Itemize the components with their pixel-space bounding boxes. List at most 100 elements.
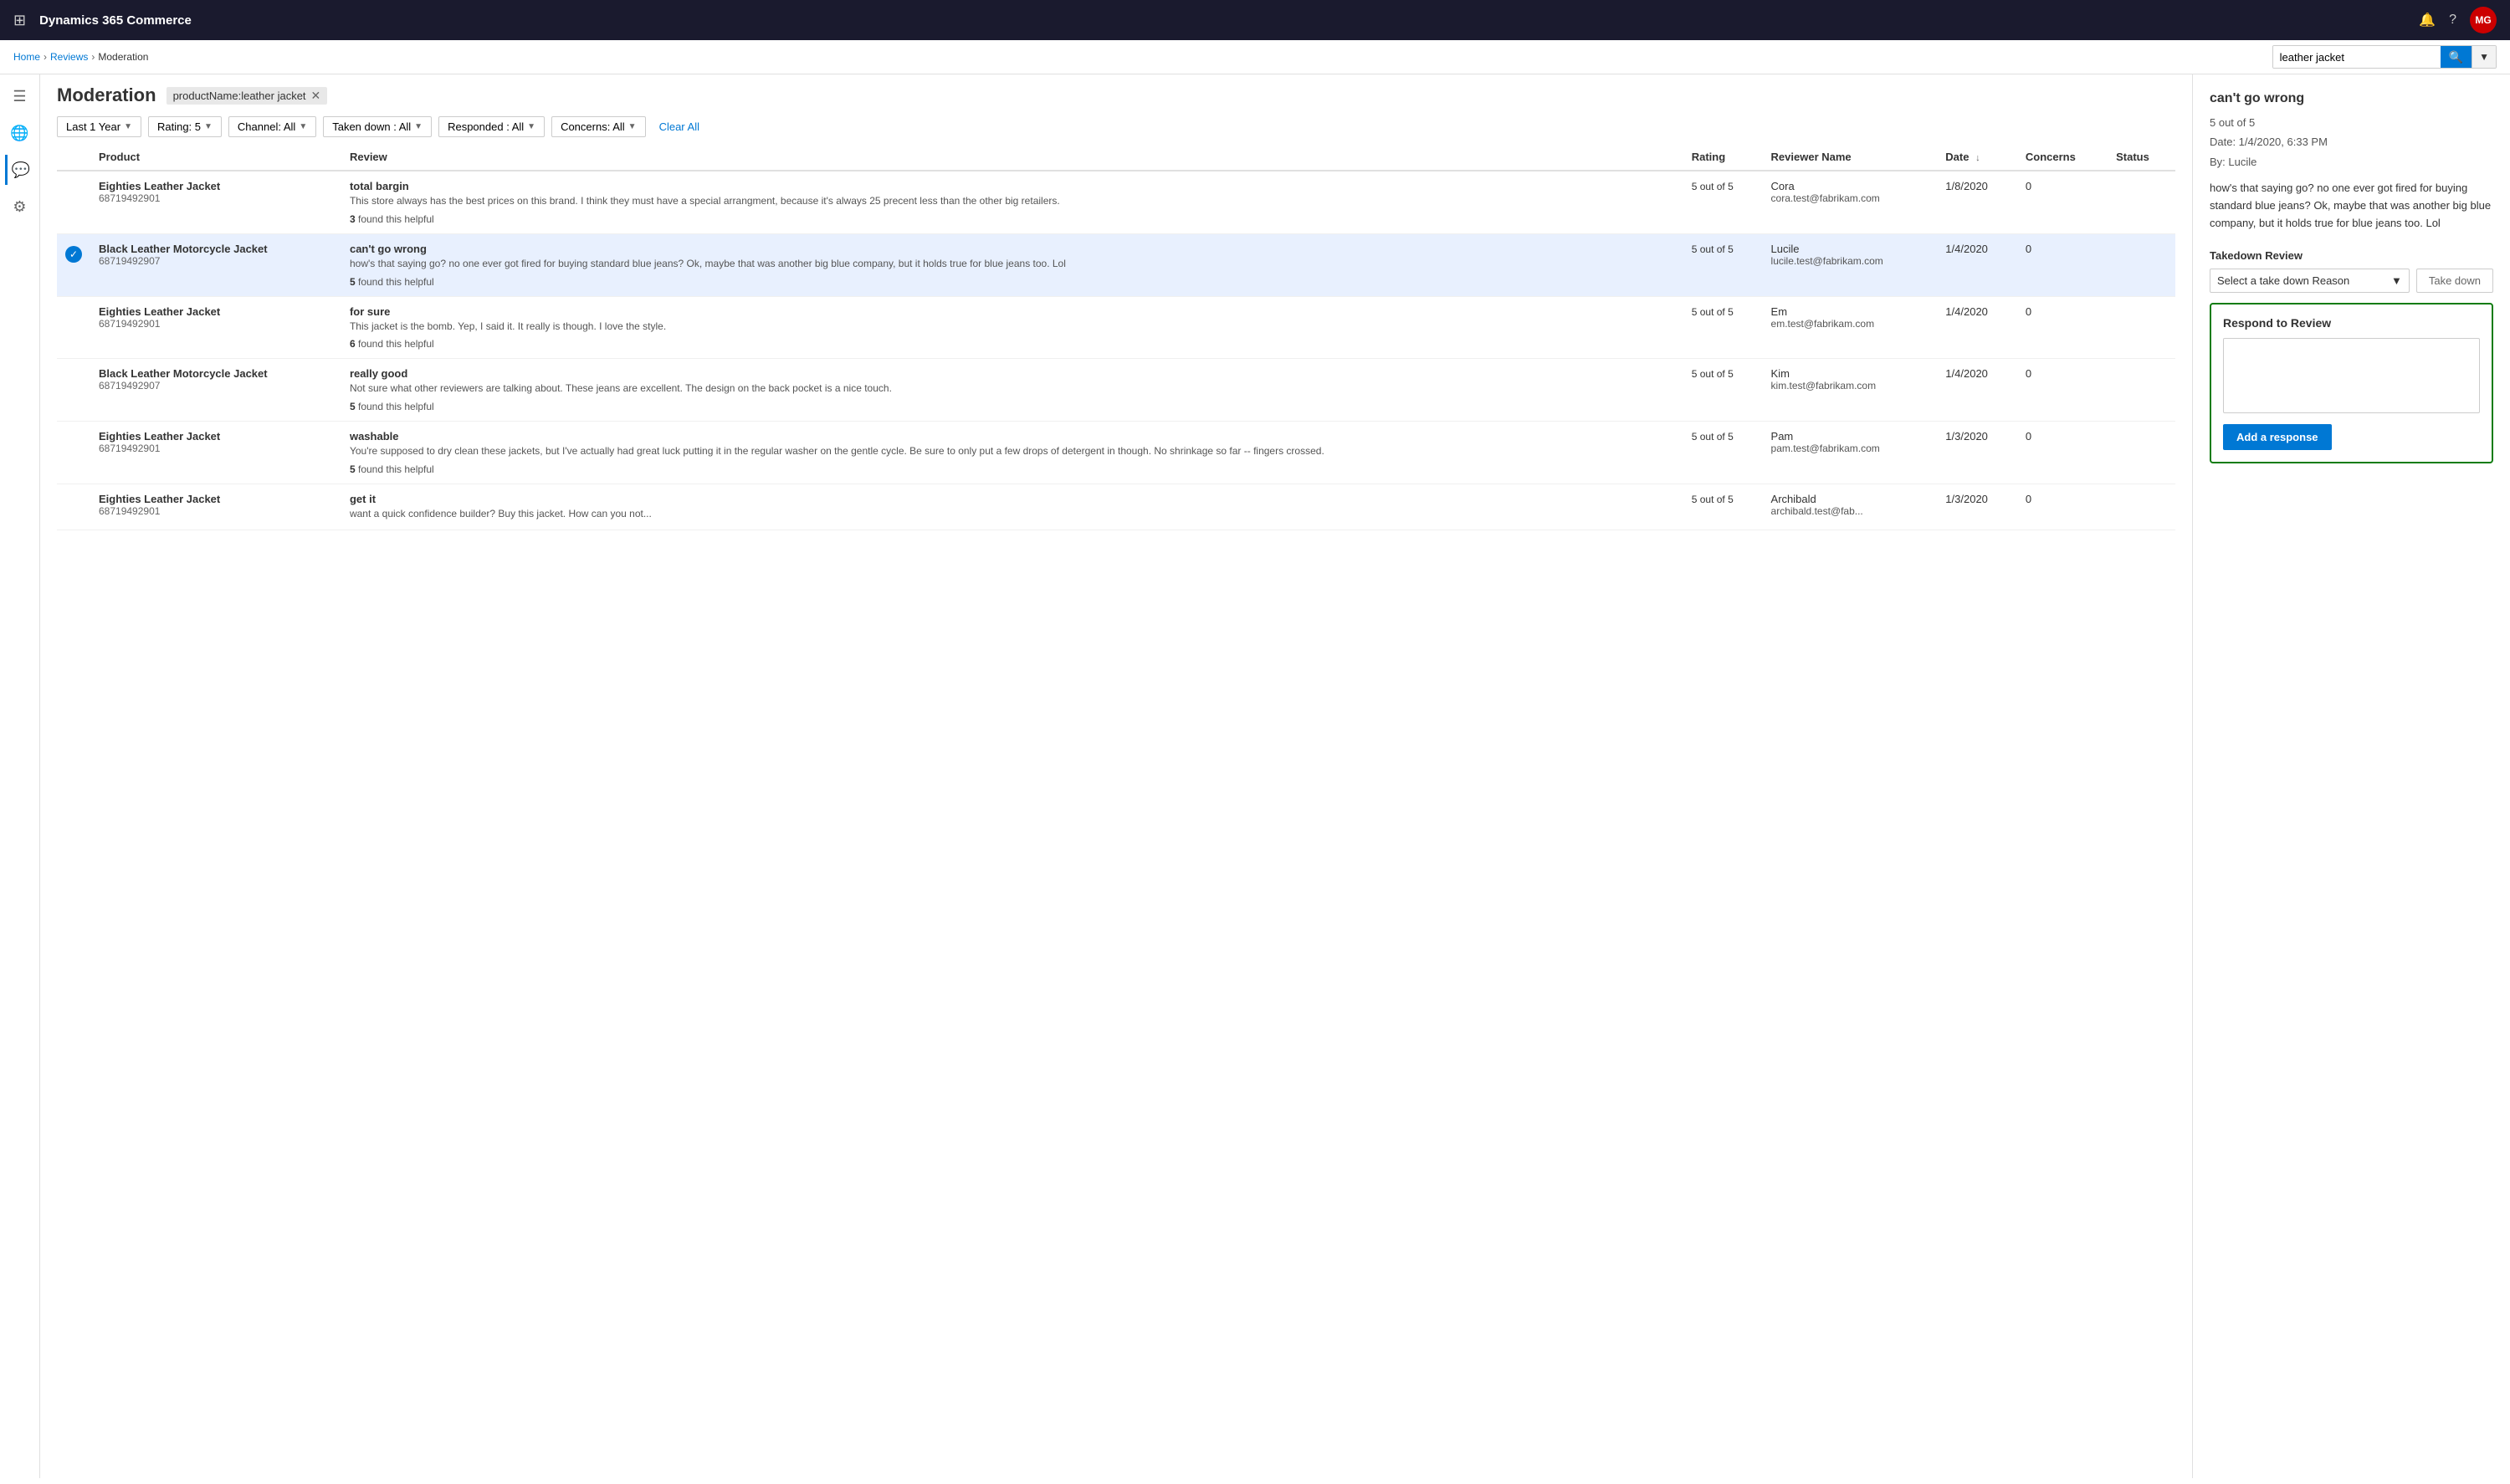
row-review-title: really good <box>350 367 1675 380</box>
top-nav: ⊞ Dynamics 365 Commerce 🔔 ? MG <box>0 0 2510 40</box>
row-reviewer-name: Archibald <box>1771 493 1929 505</box>
filter-bar: Last 1 Year ▼ Rating: 5 ▼ Channel: All ▼… <box>40 113 2192 144</box>
row-reviewer-cell: Archibald archibald.test@fab... <box>1763 484 1938 530</box>
takedown-button[interactable]: Take down <box>2416 269 2493 293</box>
row-reviewer-cell: Pam pam.test@fabrikam.com <box>1763 422 1938 484</box>
table-row[interactable]: Eighties Leather Jacket 68719492901 for … <box>57 296 2175 359</box>
right-panel-meta: 5 out of 5 Date: 1/4/2020, 6:33 PM By: L… <box>2210 113 2493 171</box>
right-panel-by: By: Lucile <box>2210 156 2256 168</box>
table-row[interactable]: Eighties Leather Jacket 68719492901 tota… <box>57 171 2175 233</box>
takedown-row: Select a take down Reason ▼ Take down <box>2210 269 2493 293</box>
sidebar-globe-icon[interactable]: 🌐 <box>5 118 35 148</box>
avatar[interactable]: MG <box>2470 7 2497 33</box>
filter-rating-chevron: ▼ <box>204 122 213 131</box>
filter-channel-chevron: ▼ <box>299 122 307 131</box>
row-helpful: 5 found this helpful <box>350 401 1675 412</box>
row-review-cell: really good Not sure what other reviewer… <box>341 359 1683 422</box>
row-rating-cell: 5 out of 5 <box>1683 171 1763 233</box>
row-product-id: 68719492901 <box>99 443 333 454</box>
row-date-cell: 1/4/2020 <box>1937 233 2017 296</box>
filter-rating-label: Rating: 5 <box>157 120 201 133</box>
row-product-cell: Black Leather Motorcycle Jacket 68719492… <box>90 233 341 296</box>
table-row[interactable]: Black Leather Motorcycle Jacket 68719492… <box>57 359 2175 422</box>
row-reviewer-name: Pam <box>1771 430 1929 443</box>
col-review: Review <box>341 144 1683 171</box>
filter-responded-chevron: ▼ <box>527 122 535 131</box>
takedown-select[interactable]: Select a take down Reason ▼ <box>2210 269 2410 293</box>
row-review-title: get it <box>350 493 1675 505</box>
search-input[interactable] <box>2273 46 2441 68</box>
filter-responded[interactable]: Responded : All ▼ <box>438 116 545 137</box>
row-product-name: Eighties Leather Jacket <box>99 305 333 318</box>
search-box-wrap: 🔍 ▼ <box>2272 45 2497 69</box>
search-button[interactable]: 🔍 <box>2441 46 2472 68</box>
row-reviewer-cell: Cora cora.test@fabrikam.com <box>1763 171 1938 233</box>
clear-all-button[interactable]: Clear All <box>653 117 706 136</box>
row-helpful: 6 found this helpful <box>350 338 1675 350</box>
row-concerns: 0 <box>2026 180 2031 192</box>
row-reviewer-email: archibald.test@fab... <box>1771 505 1929 517</box>
takedown-select-chevron: ▼ <box>2391 274 2402 287</box>
row-status-cell <box>2108 484 2175 530</box>
row-helpful: 3 found this helpful <box>350 213 1675 225</box>
filter-takendown-chevron: ▼ <box>414 122 423 131</box>
sidebar-hamburger[interactable]: ☰ <box>5 81 35 111</box>
row-date-cell: 1/4/2020 <box>1937 296 2017 359</box>
row-rating: 5 out of 5 <box>1692 494 1734 505</box>
search-dropdown-button[interactable]: ▼ <box>2472 46 2496 68</box>
col-status: Status <box>2108 144 2175 171</box>
filter-rating[interactable]: Rating: 5 ▼ <box>148 116 222 137</box>
table-row[interactable]: ✓ Black Leather Motorcycle Jacket 687194… <box>57 233 2175 296</box>
col-date[interactable]: Date ↓ <box>1937 144 2017 171</box>
row-rating: 5 out of 5 <box>1692 243 1734 255</box>
breadcrumb-home[interactable]: Home <box>13 51 40 63</box>
row-rating: 5 out of 5 <box>1692 368 1734 380</box>
help-icon[interactable]: ? <box>2449 13 2456 28</box>
app-title: Dynamics 365 Commerce <box>39 13 2409 28</box>
filter-takendown[interactable]: Taken down : All ▼ <box>323 116 432 137</box>
row-review-title: for sure <box>350 305 1675 318</box>
filter-concerns[interactable]: Concerns: All ▼ <box>551 116 646 137</box>
right-panel-review-title: can't go wrong <box>2210 91 2493 106</box>
table-row[interactable]: Eighties Leather Jacket 68719492901 wash… <box>57 422 2175 484</box>
row-rating: 5 out of 5 <box>1692 306 1734 318</box>
breadcrumb-current: Moderation <box>98 51 148 63</box>
col-rating: Rating <box>1683 144 1763 171</box>
sidebar-settings-icon[interactable]: ⚙ <box>5 192 35 222</box>
filter-date[interactable]: Last 1 Year ▼ <box>57 116 141 137</box>
row-date-cell: 1/8/2020 <box>1937 171 2017 233</box>
add-response-button[interactable]: Add a response <box>2223 424 2332 450</box>
filter-tag-remove[interactable]: ✕ <box>311 89 321 103</box>
row-reviewer-email: kim.test@fabrikam.com <box>1771 380 1929 391</box>
table-container: Product Review Rating Reviewer Name Date… <box>40 144 2192 1478</box>
row-helpful: 5 found this helpful <box>350 276 1675 288</box>
row-product-name: Eighties Leather Jacket <box>99 180 333 192</box>
grid-icon[interactable]: ⊞ <box>13 12 26 29</box>
row-review-body: You're supposed to dry clean these jacke… <box>350 444 1675 458</box>
breadcrumb-reviews[interactable]: Reviews <box>50 51 88 63</box>
row-rating-cell: 5 out of 5 <box>1683 233 1763 296</box>
row-review-body: Not sure what other reviewers are talkin… <box>350 381 1675 396</box>
left-sidebar: ☰ 🌐 💬 ⚙ <box>0 74 40 1478</box>
row-product-id: 68719492901 <box>99 192 333 204</box>
breadcrumb-sep2: › <box>91 51 95 63</box>
filter-channel[interactable]: Channel: All ▼ <box>228 116 316 137</box>
sidebar-reviews-icon[interactable]: 💬 <box>5 155 35 185</box>
row-concerns-cell: 0 <box>2017 171 2108 233</box>
row-concerns: 0 <box>2026 305 2031 318</box>
table-row[interactable]: Eighties Leather Jacket 68719492901 get … <box>57 484 2175 530</box>
notification-icon[interactable]: 🔔 <box>2419 12 2436 28</box>
right-panel-date: Date: 1/4/2020, 6:33 PM <box>2210 136 2328 148</box>
respond-textarea[interactable] <box>2223 338 2480 413</box>
row-review-body: This jacket is the bomb. Yep, I said it.… <box>350 320 1675 334</box>
row-date-cell: 1/3/2020 <box>1937 484 2017 530</box>
row-concerns: 0 <box>2026 430 2031 443</box>
filter-channel-label: Channel: All <box>238 120 295 133</box>
row-date-cell: 1/3/2020 <box>1937 422 2017 484</box>
row-concerns-cell: 0 <box>2017 296 2108 359</box>
sort-icon: ↓ <box>1975 153 1980 163</box>
row-review-cell: get it want a quick confidence builder? … <box>341 484 1683 530</box>
row-product-id: 68719492901 <box>99 505 333 517</box>
row-reviewer-email: pam.test@fabrikam.com <box>1771 443 1929 454</box>
row-product-id: 68719492907 <box>99 255 333 267</box>
